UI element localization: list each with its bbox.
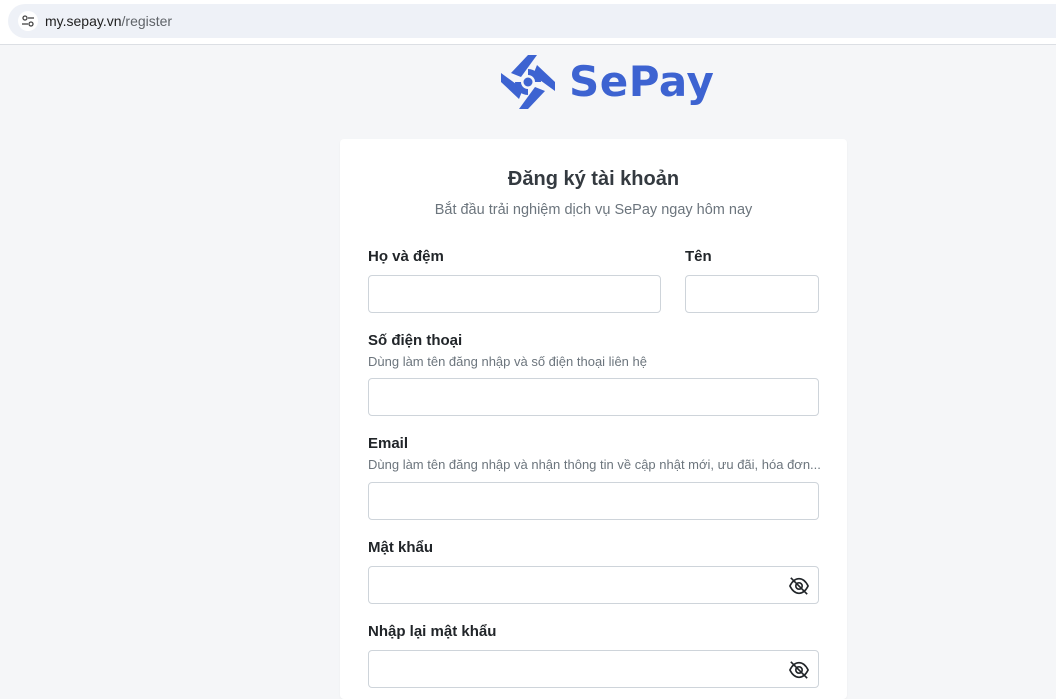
email-input[interactable] xyxy=(368,482,819,520)
page-title: Đăng ký tài khoản xyxy=(507,168,680,190)
url-text[interactable]: my.sepay.vn/register xyxy=(45,13,172,29)
phone-label: Số điện thoại xyxy=(368,332,463,349)
first-name-label: Tên xyxy=(685,248,712,265)
last-name-label: Họ và đệm xyxy=(368,248,444,265)
tune-icon[interactable] xyxy=(18,11,38,31)
sepay-logo-mark-icon xyxy=(501,55,555,109)
register-card: Đăng ký tài khoản Bắt đầu trải nghiệm dị… xyxy=(340,139,847,699)
eye-off-icon[interactable] xyxy=(788,660,810,680)
first-name-input[interactable] xyxy=(685,275,819,313)
phone-input[interactable] xyxy=(368,378,819,416)
password-input[interactable] xyxy=(368,566,819,604)
phone-hint: Dùng làm tên đăng nhập và số điện thoại … xyxy=(368,354,647,369)
confirm-password-label: Nhập lại mật khẩu xyxy=(368,623,497,640)
last-name-input[interactable] xyxy=(368,275,661,313)
sepay-logo[interactable]: SePay xyxy=(497,51,714,113)
email-label: Email xyxy=(368,435,409,452)
password-label: Mật khẩu xyxy=(368,539,434,556)
email-hint: Dùng làm tên đăng nhập và nhận thông tin… xyxy=(368,457,821,472)
brand-name: SePay xyxy=(569,57,715,106)
browser-toolbar: my.sepay.vn/register xyxy=(0,0,1056,45)
url-path: /register xyxy=(121,13,173,29)
page-subtitle: Bắt đầu trải nghiệm dịch vụ SePay ngay h… xyxy=(434,202,753,218)
eye-off-icon[interactable] xyxy=(788,576,810,596)
confirm-password-input[interactable] xyxy=(368,650,819,688)
url-domain: my.sepay.vn xyxy=(45,13,122,29)
address-bar[interactable]: my.sepay.vn/register xyxy=(8,4,1056,38)
